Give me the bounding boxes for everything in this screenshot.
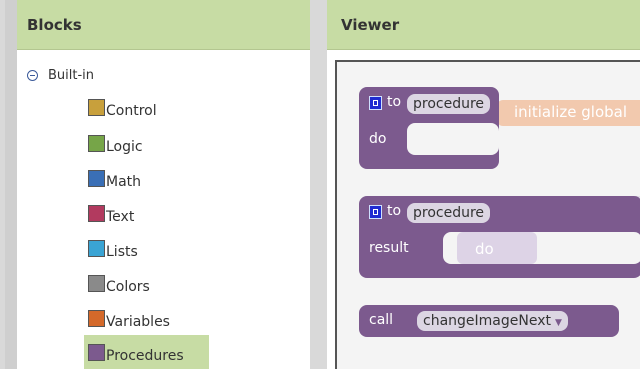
panel-divider[interactable]	[310, 0, 327, 369]
ghost-do-label: do	[475, 240, 494, 258]
builtin-tree-node[interactable]: Built-in	[27, 66, 94, 84]
viewer-panel-title: Viewer	[327, 0, 640, 50]
category-control[interactable]: Control	[84, 90, 209, 124]
category-label: Procedures	[106, 348, 184, 364]
procedure-result-block[interactable]: to procedure result do	[359, 196, 640, 278]
ghost-do-block	[457, 232, 537, 264]
category-logic[interactable]: Logic	[84, 126, 209, 160]
procedure-name-field[interactable]: procedure	[407, 94, 491, 114]
lists-swatch-icon	[88, 240, 105, 257]
ghost-initialize-label: initialize global	[514, 103, 628, 121]
category-label: Logic	[106, 139, 143, 155]
procedure-dropdown-value: changeImageNext	[423, 313, 551, 329]
viewer-panel: Viewer initialize global changel to proc…	[327, 0, 640, 369]
call-procedure-block[interactable]: call changeImageNext ▼	[359, 305, 619, 337]
category-label: Text	[106, 209, 135, 225]
category-variables[interactable]: Variables	[84, 301, 209, 335]
category-label: Math	[106, 174, 142, 190]
category-math[interactable]: Math	[84, 161, 209, 195]
procedure-dropdown[interactable]: changeImageNext ▼	[417, 311, 568, 331]
blocks-panel: Blocks Built-in Control Logic Math Text …	[5, 0, 310, 369]
blocks-panel-title: Blocks	[17, 0, 310, 50]
text-swatch-icon	[88, 205, 105, 222]
mutator-icon[interactable]	[369, 205, 382, 219]
blocks-workspace[interactable]: initialize global changel to procedure d…	[335, 60, 640, 369]
to-label: to	[387, 203, 402, 219]
do-statement-slot[interactable]	[407, 123, 499, 155]
category-lists[interactable]: Lists	[84, 231, 209, 265]
mutator-icon[interactable]	[369, 96, 382, 110]
control-swatch-icon	[88, 99, 105, 116]
category-label: Control	[106, 103, 157, 119]
logic-swatch-icon	[88, 135, 105, 152]
to-label: to	[387, 94, 402, 110]
procedure-do-block[interactable]: to procedure do	[359, 87, 499, 169]
variables-swatch-icon	[88, 310, 105, 327]
category-label: Colors	[106, 279, 150, 295]
colors-swatch-icon	[88, 275, 105, 292]
category-procedures[interactable]: Procedures	[84, 335, 209, 369]
result-label: result	[369, 240, 409, 256]
call-label: call	[369, 312, 394, 328]
category-text[interactable]: Text	[84, 196, 209, 230]
category-label: Lists	[106, 244, 138, 260]
dropdown-arrow-icon: ▼	[554, 318, 562, 328]
procedures-swatch-icon	[88, 344, 105, 361]
math-swatch-icon	[88, 170, 105, 187]
procedure-name-field[interactable]: procedure	[407, 203, 491, 223]
category-label: Variables	[106, 314, 170, 330]
collapse-icon[interactable]	[27, 69, 38, 81]
builtin-label: Built-in	[48, 67, 95, 83]
do-label: do	[369, 131, 387, 147]
category-colors[interactable]: Colors	[84, 266, 209, 300]
